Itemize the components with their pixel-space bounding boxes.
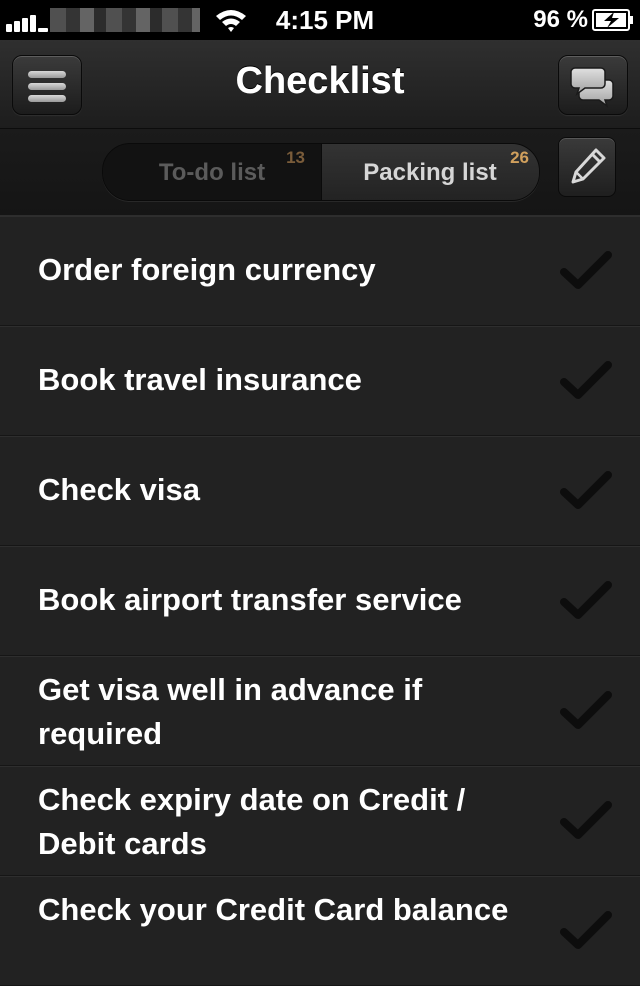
- item-label: Get visa well in advance if required: [38, 672, 423, 751]
- item-label: Book airport transfer service: [38, 582, 462, 617]
- item-label: Check expiry date on Credit / Debit card…: [38, 782, 466, 861]
- battery-charging-icon: [592, 9, 633, 31]
- status-time: 4:15 PM: [275, 5, 375, 35]
- checkmark-icon[interactable]: [560, 800, 612, 840]
- segment-toolbar: To-do list 13 Packing list 26: [0, 129, 640, 216]
- tab-todo-label: To-do list: [158, 159, 266, 186]
- status-bar: 4:15 PM 96 %: [0, 0, 640, 40]
- checklist: Order foreign currency Book travel insur…: [0, 216, 640, 986]
- chat-bubbles-icon: [570, 67, 614, 109]
- checkmark-icon[interactable]: [560, 360, 612, 400]
- menu-button[interactable]: [12, 55, 82, 115]
- tab-packing-list[interactable]: Packing list 26: [321, 144, 539, 200]
- list-item[interactable]: Check visa: [0, 436, 640, 546]
- list-item[interactable]: Get visa well in advance if required: [0, 656, 640, 766]
- item-label: Check your Credit Card balance: [38, 892, 509, 927]
- tab-todo-list[interactable]: To-do list 13: [103, 144, 321, 200]
- menu-icon: [28, 71, 66, 107]
- item-label: Order foreign currency: [38, 252, 376, 287]
- item-label: Check visa: [38, 472, 200, 507]
- tab-packing-label: Packing list: [363, 159, 497, 186]
- carrier-name-blurred: [50, 8, 200, 32]
- checkmark-icon[interactable]: [560, 910, 612, 950]
- list-item[interactable]: Book travel insurance: [0, 326, 640, 436]
- navigation-bar: Checklist: [0, 40, 640, 129]
- wifi-icon: [216, 10, 246, 32]
- edit-button[interactable]: [558, 137, 616, 197]
- item-label: Book travel insurance: [38, 362, 362, 397]
- page-title: Checklist: [235, 60, 405, 102]
- list-segmented-control: To-do list 13 Packing list 26: [102, 143, 540, 201]
- list-item[interactable]: Order foreign currency: [0, 216, 640, 326]
- checkmark-icon[interactable]: [560, 690, 612, 730]
- list-item[interactable]: Check expiry date on Credit / Debit card…: [0, 766, 640, 876]
- checkmark-icon[interactable]: [560, 580, 612, 620]
- battery-percentage: 96 %: [533, 6, 588, 33]
- list-item[interactable]: Book airport transfer service: [0, 546, 640, 656]
- packing-count-badge: 26: [510, 148, 529, 167]
- chat-button[interactable]: [558, 55, 628, 115]
- checkmark-icon[interactable]: [560, 250, 612, 290]
- checkmark-icon[interactable]: [560, 470, 612, 510]
- list-item[interactable]: Check your Credit Card balance: [0, 876, 640, 986]
- todo-count-badge: 13: [286, 148, 305, 167]
- pencil-icon: [571, 148, 606, 184]
